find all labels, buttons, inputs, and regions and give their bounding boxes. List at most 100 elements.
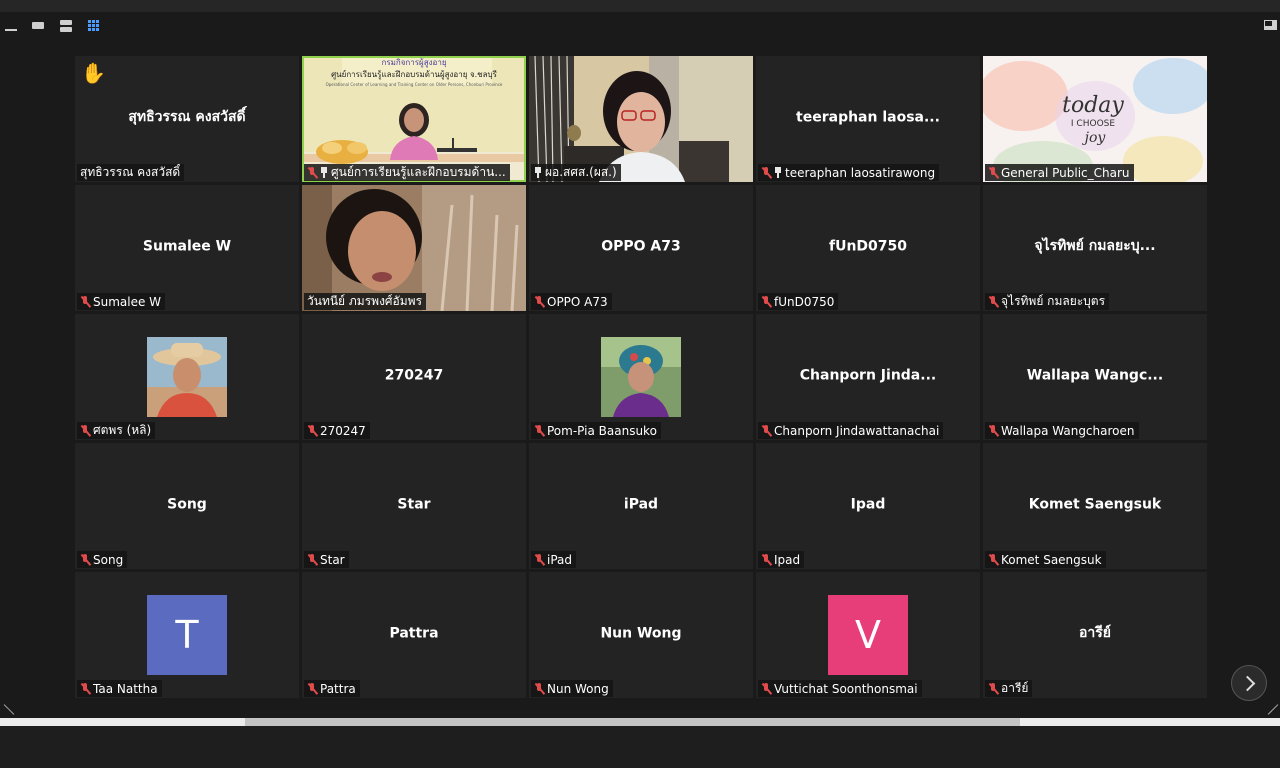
participant-label-text: Komet Saengsuk — [1001, 552, 1102, 567]
participant-name-label: Star — [304, 551, 349, 568]
muted-mic-icon — [80, 295, 90, 308]
participant-name-label: Taa Nattha — [77, 680, 162, 697]
participant-label-text: Pattra — [320, 681, 356, 696]
participant-name-label: OPPO A73 — [531, 293, 612, 310]
next-page-button[interactable] — [1231, 665, 1267, 701]
participant-tile[interactable]: teeraphan laosa... teeraphan laosatirawon… — [756, 56, 980, 182]
participant-label-text: 270247 — [320, 423, 366, 438]
participant-tile[interactable]: OPPO A73 OPPO A73 — [529, 185, 753, 311]
resize-handle-left-icon[interactable] — [2, 704, 14, 716]
participant-name-label: Ipad — [758, 551, 805, 568]
muted-mic-icon — [80, 682, 90, 695]
participant-name-label: General Public_Charu — [985, 164, 1134, 181]
participant-name-label: Sumalee W — [77, 293, 166, 310]
participant-label-text: Taa Nattha — [93, 681, 158, 696]
participant-display-name: Nun Wong — [600, 625, 682, 642]
participant-label-text: Chanporn Jindawattanachai — [774, 423, 940, 438]
participant-label-text: สุทธิวรรณ คงสวัสดิ์ — [80, 165, 181, 179]
participant-name-label: Chanporn Jindawattanachai — [758, 422, 944, 439]
participant-label-text: OPPO A73 — [547, 294, 608, 309]
participant-label-text: Sumalee W — [93, 294, 162, 309]
participant-tile[interactable]: ผอ.สศส.(ผส.) — [529, 56, 753, 182]
participant-tile[interactable]: Star Star — [302, 443, 526, 569]
participant-display-name: อารีย์ — [1079, 625, 1111, 642]
participant-label-text: Ipad — [774, 552, 801, 567]
participant-display-name: Sumalee W — [142, 238, 232, 255]
participant-name-label: Song — [77, 551, 128, 568]
participant-label-text: General Public_Charu — [1001, 165, 1130, 180]
participant-label-text: ศูนย์การเรียนรู้และฝึกอบรมด้าน... — [331, 165, 506, 179]
participant-tile[interactable]: fUnD0750 fUnD0750 — [756, 185, 980, 311]
muted-mic-icon — [307, 424, 317, 437]
raised-hand-icon: ✋ — [81, 61, 106, 85]
muted-mic-icon — [534, 295, 544, 308]
pin-icon — [774, 167, 782, 178]
participant-tile[interactable]: Pom-Pia Baansuko — [529, 314, 753, 440]
participant-name-label: ศูนย์การเรียนรู้และฝึกอบรมด้าน... — [304, 164, 510, 181]
muted-mic-icon — [80, 424, 90, 437]
participant-label-text: Vuttichat Soonthonsmai — [774, 681, 918, 696]
participant-tile[interactable]: วันทนีย์ ภมรพงศ์อัมพร — [302, 185, 526, 311]
participant-name-label: ศตพร (หลิ) — [77, 422, 156, 439]
participant-display-name: Pattra — [389, 625, 439, 642]
participant-tile[interactable]: ศตพร (หลิ) — [75, 314, 299, 440]
muted-mic-icon — [761, 295, 771, 308]
muted-mic-icon — [307, 682, 317, 695]
participant-label-text: Wallapa Wangcharoen — [1001, 423, 1135, 438]
participant-label-text: teeraphan laosatirawong — [785, 165, 936, 180]
banner-line-3: Operational Center of Learning and Train… — [326, 82, 503, 87]
participant-label-text: จุไรทิพย์ กมลยะบุตร — [1001, 294, 1106, 308]
participant-tile[interactable]: กรมกิจการผู้สูงอายุ ศูนย์การเรียนรู้และฝ… — [302, 56, 526, 182]
participant-tile[interactable]: จุไรทิพย์ กมลยะบุ... จุไรทิพย์ กมลยะบุตร — [983, 185, 1207, 311]
participant-display-name: Chanporn Jinda... — [799, 367, 937, 384]
participant-tile[interactable]: Sumalee W Sumalee W — [75, 185, 299, 311]
gallery-view-icon[interactable] — [88, 20, 102, 32]
participant-tile[interactable]: today I CHOOSE joy General Public_Charu — [983, 56, 1207, 182]
participant-tile[interactable]: สุทธิวรรณ คงสวัสดิ์ ✋ สุทธิวรรณ คงสวัสดิ์ — [75, 56, 299, 182]
participant-display-name: Star — [397, 496, 431, 513]
today-line-1: today — [1062, 93, 1124, 118]
participant-tile[interactable]: Komet Saengsuk Komet Saengsuk — [983, 443, 1207, 569]
participant-tile[interactable]: Wallapa Wangc... Wallapa Wangcharoen — [983, 314, 1207, 440]
banner-line-1: กรมกิจการผู้สูงอายุ — [381, 58, 446, 68]
muted-mic-icon — [761, 553, 771, 566]
muted-mic-icon — [761, 424, 771, 437]
scrollbar-thumb[interactable] — [245, 718, 1020, 726]
participant-name-label: Wallapa Wangcharoen — [985, 422, 1139, 439]
avatar: V — [828, 595, 908, 675]
single-view-icon[interactable] — [32, 20, 46, 32]
participant-label-text: Pom-Pia Baansuko — [547, 423, 657, 438]
participant-label-text: Star — [320, 552, 345, 567]
participant-name-label: สุทธิวรรณ คงสวัสดิ์ — [77, 164, 185, 181]
participant-label-text: iPad — [547, 552, 573, 567]
participant-display-name: iPad — [623, 496, 659, 513]
muted-mic-icon — [534, 553, 544, 566]
participant-name-label: Pom-Pia Baansuko — [531, 422, 661, 439]
minimize-icon[interactable] — [5, 20, 19, 32]
speaker-view-icon[interactable] — [60, 20, 74, 32]
participant-label-text: ศตพร (หลิ) — [93, 423, 152, 437]
participant-tile[interactable]: Pattra Pattra — [302, 572, 526, 698]
participant-photo — [601, 337, 681, 417]
participant-label-text: Song — [93, 552, 124, 567]
participant-name-label: fUnD0750 — [758, 293, 839, 310]
participant-tile[interactable]: iPad iPad — [529, 443, 753, 569]
participant-name-label: 270247 — [304, 422, 370, 439]
participant-tile[interactable]: Nun Wong Nun Wong — [529, 572, 753, 698]
participant-tile[interactable]: Ipad Ipad — [756, 443, 980, 569]
participant-tile[interactable]: อารีย์ อารีย์ — [983, 572, 1207, 698]
pin-icon — [534, 167, 542, 178]
participant-tile[interactable]: 270247 270247 — [302, 314, 526, 440]
banner-line-2: ศูนย์การเรียนรู้และฝึกอบรมด้านผู้สูงอายุ… — [331, 69, 497, 80]
participant-photo — [147, 337, 227, 417]
participant-tile[interactable]: Song Song — [75, 443, 299, 569]
participant-label-text: อารีย์ — [1001, 681, 1029, 695]
participant-tile[interactable]: V Vuttichat Soonthonsmai — [756, 572, 980, 698]
horizontal-scrollbar[interactable] — [0, 718, 1280, 726]
participant-tile[interactable]: Chanporn Jinda... Chanporn Jindawattanach… — [756, 314, 980, 440]
participant-display-name: OPPO A73 — [601, 238, 681, 255]
exit-fullscreen-icon[interactable] — [1264, 20, 1278, 31]
participant-tile[interactable]: T Taa Nattha — [75, 572, 299, 698]
resize-handle-right-icon[interactable] — [1266, 704, 1278, 716]
muted-mic-icon — [761, 682, 771, 695]
